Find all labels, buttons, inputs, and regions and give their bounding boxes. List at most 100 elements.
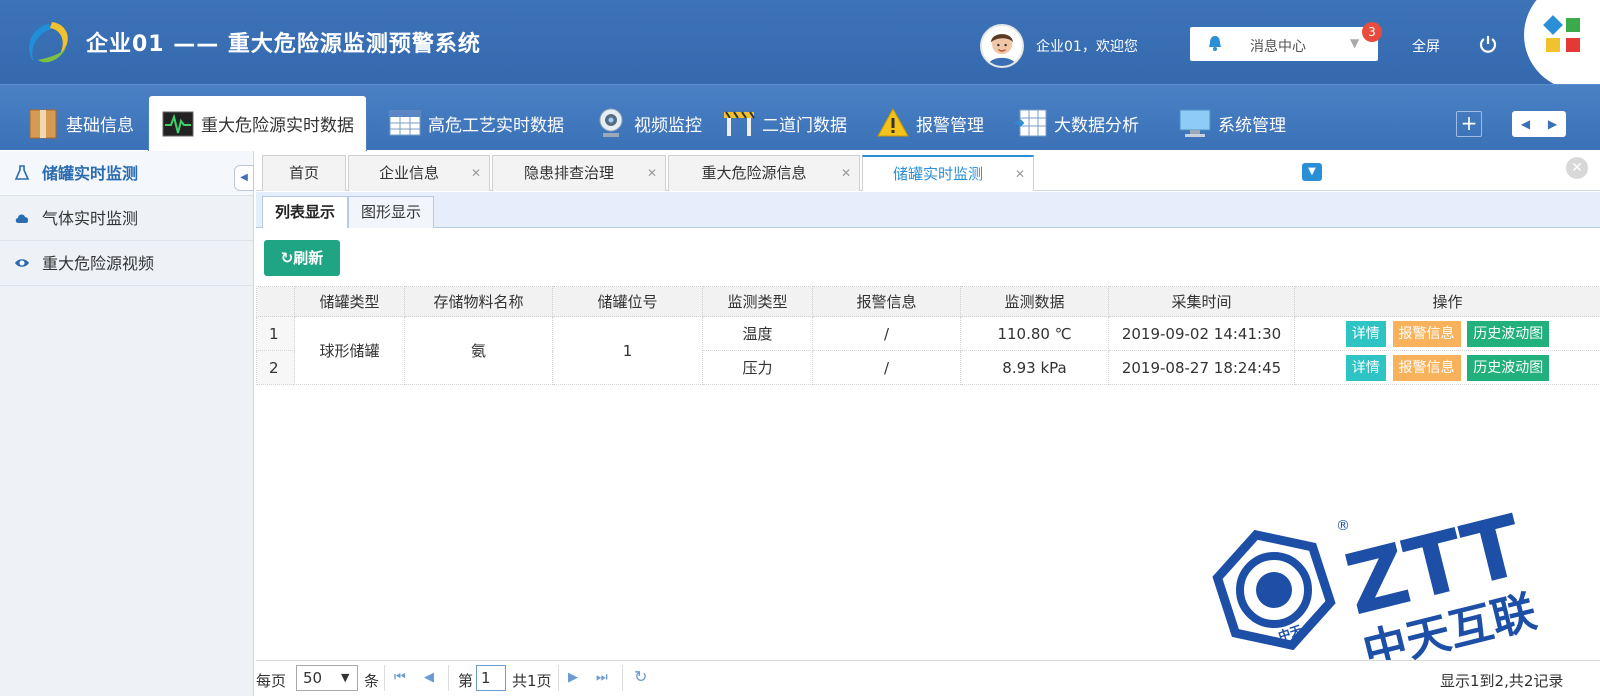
sidebar-collapse-button[interactable]: ◀ — [234, 165, 254, 191]
next-page-icon[interactable]: ▶ — [568, 670, 578, 685]
table-header-row: 储罐类型 存储物料名称 储罐位号 监测类型 报警信息 监测数据 采集时间 操作 — [256, 286, 1600, 317]
nav-item-alarm-management[interactable]: 报警管理 — [876, 95, 984, 151]
first-page-icon[interactable]: ⏮ — [394, 670, 406, 685]
total-pages: 共1页 — [512, 672, 552, 690]
nav-label: 系统管理 — [1218, 115, 1286, 136]
tank-data-table: 储罐类型 存储物料名称 储罐位号 监测类型 报警信息 监测数据 采集时间 操作 … — [256, 286, 1600, 385]
package-icon — [29, 109, 57, 139]
column-header[interactable]: 监测数据 — [960, 286, 1109, 317]
row-number: 2 — [256, 350, 295, 385]
refresh-button[interactable]: ↻刷新 — [264, 240, 340, 276]
column-header[interactable]: 储罐位号 — [552, 286, 703, 317]
registered-mark: ® — [1336, 518, 1350, 534]
last-page-icon[interactable]: ⏭ — [596, 670, 608, 685]
column-header[interactable]: 监测类型 — [702, 286, 813, 317]
column-header[interactable]: 报警信息 — [812, 286, 961, 317]
app-title: 企业01 —— 重大危险源监测预警系统 — [86, 32, 481, 57]
power-icon[interactable] — [1478, 34, 1498, 54]
subtab-chart-view[interactable]: 图形显示 — [348, 196, 435, 228]
nav-item-basic-info[interactable]: 基础信息 — [26, 95, 134, 151]
sidebar-item-label: 重大危险源视频 — [42, 253, 155, 273]
history-chart-button[interactable]: 历史波动图 — [1467, 354, 1550, 381]
detail-button[interactable]: 详情 — [1345, 354, 1386, 381]
prev-page-icon[interactable]: ◀ — [424, 670, 434, 685]
sidebar: 储罐实时监测 气体实时监测 重大危险源视频 ◀ — [0, 151, 254, 696]
user-avatar[interactable] — [980, 24, 1024, 68]
fullscreen-button[interactable]: 全屏 — [1412, 36, 1440, 56]
column-header[interactable]: 采集时间 — [1108, 286, 1295, 317]
view-subtabs: 列表显示 图形显示 — [256, 192, 1600, 228]
alarm-info-cell: / — [812, 350, 961, 385]
pager-divider — [384, 665, 385, 691]
column-header: 操作 — [1294, 286, 1600, 317]
tab-label: 隐患排查治理 — [523, 164, 614, 182]
column-header[interactable]: 储罐类型 — [294, 286, 405, 317]
close-icon[interactable]: ✕ — [471, 156, 481, 190]
page-prefix: 第 — [458, 672, 474, 690]
nav-item-gate[interactable]: 二道门数据 — [722, 95, 847, 151]
tab-home[interactable]: 首页 — [262, 155, 346, 191]
tab-tank-monitor[interactable]: 储罐实时监测 ✕ — [862, 155, 1034, 191]
monitor-pulse-icon — [162, 111, 194, 136]
main-nav: 基础信息 重大危险源实时数据 高危工艺实时数据 视频监控 二道门数据 报警管理 … — [0, 84, 1600, 151]
monitor-type-cell: 压力 — [702, 350, 813, 385]
close-icon[interactable]: ✕ — [1015, 157, 1025, 191]
table-row[interactable]: 1 球形储罐 氨 1 温度 / 110.80 ℃ 2019-09-02 14:4… — [256, 316, 1600, 385]
message-center-dropdown[interactable]: 消息中心 ▼ — [1190, 27, 1378, 61]
app-switcher[interactable] — [1524, 0, 1600, 90]
detail-button[interactable]: 详情 — [1345, 320, 1386, 347]
add-nav-button[interactable]: + — [1456, 111, 1482, 137]
nav-label: 视频监控 — [634, 115, 702, 136]
subtab-list-view[interactable]: 列表显示 — [262, 196, 349, 228]
tank-type-cell: 球形储罐 — [294, 316, 405, 385]
tab-dropdown-button[interactable]: ▼ — [1302, 163, 1322, 181]
tile-icon — [1566, 18, 1580, 32]
ztt-logo-watermark: 中天 ® ZTT 中天互联 — [1212, 496, 1541, 674]
alarm-info-button[interactable]: 报警信息 — [1392, 320, 1461, 347]
nav-item-video[interactable]: 视频监控 — [594, 95, 702, 151]
nav-label: 大数据分析 — [1054, 115, 1139, 136]
arrow-right-icon[interactable]: ▶ — [1548, 117, 1557, 131]
nav-label: 二道门数据 — [762, 115, 847, 136]
sidebar-item-gas-monitor[interactable]: 气体实时监测 — [0, 196, 253, 241]
flask-icon — [14, 165, 30, 180]
sidebar-item-tank-monitor[interactable]: 储罐实时监测 — [0, 151, 253, 196]
tab-enterprise-info[interactable]: 企业信息 ✕ — [348, 155, 490, 191]
close-icon[interactable]: ✕ — [841, 156, 851, 190]
welcome-text: 企业01，欢迎您 — [1036, 39, 1138, 55]
sidebar-item-label: 气体实时监测 — [42, 208, 139, 228]
per-page-prefix: 每页 — [256, 672, 287, 690]
column-header[interactable]: 存储物料名称 — [404, 286, 553, 317]
page-size-select[interactable]: 50 ▼ — [296, 665, 358, 691]
nav-label: 报警管理 — [916, 115, 984, 136]
arrow-left-icon[interactable]: ◀ — [1521, 117, 1530, 131]
tab-hazard-investigation[interactable]: 隐患排查治理 ✕ — [492, 155, 666, 191]
close-icon[interactable]: ✕ — [647, 156, 657, 190]
nav-item-system[interactable]: 系统管理 — [1178, 95, 1286, 151]
material-cell: 氨 — [404, 316, 553, 385]
nav-item-big-data[interactable]: 大数据分析 — [1014, 95, 1139, 151]
pager-divider — [448, 665, 449, 691]
monitor-data-cell: 110.80 ℃ — [960, 316, 1109, 351]
history-chart-button[interactable]: 历史波动图 — [1467, 320, 1550, 347]
bell-icon — [1209, 36, 1221, 51]
page-tabs: 首页 企业信息 ✕ 隐患排查治理 ✕ 重大危险源信息 ✕ 储罐实时监测 ✕ ▼ — [256, 151, 1600, 191]
collect-time-cell: 2019-09-02 14:41:30 — [1108, 316, 1295, 351]
per-page-suffix: 条 — [364, 672, 380, 690]
page-number-input[interactable]: 1 — [476, 665, 506, 691]
tab-hazard-info[interactable]: 重大危险源信息 ✕ — [668, 155, 860, 191]
nav-item-high-risk-process[interactable]: 高危工艺实时数据 — [388, 95, 564, 151]
tab-label: 重大危险源信息 — [701, 164, 807, 182]
nav-scroll-arrows[interactable]: ◀ ▶ — [1512, 111, 1566, 137]
reload-icon[interactable]: ↻ — [634, 667, 647, 686]
actions-cell: 详情 报警信息 历史波动图 — [1294, 316, 1600, 351]
app-root: 企业01 —— 重大危险源监测预警系统 企业01，欢迎您 消息中心 ▼ 3 全屏 — [0, 0, 1600, 696]
sidebar-item-hazard-video[interactable]: 重大危险源视频 — [0, 241, 253, 286]
alarm-info-button[interactable]: 报警信息 — [1392, 354, 1461, 381]
pager-divider — [558, 665, 559, 691]
nav-label: 高危工艺实时数据 — [428, 115, 564, 136]
warning-icon — [877, 107, 909, 137]
computer-icon — [1179, 109, 1211, 137]
nav-item-hazard-realtime[interactable]: 重大危险源实时数据 — [148, 95, 367, 151]
close-all-tabs-icon[interactable]: ✕ — [1566, 157, 1588, 179]
